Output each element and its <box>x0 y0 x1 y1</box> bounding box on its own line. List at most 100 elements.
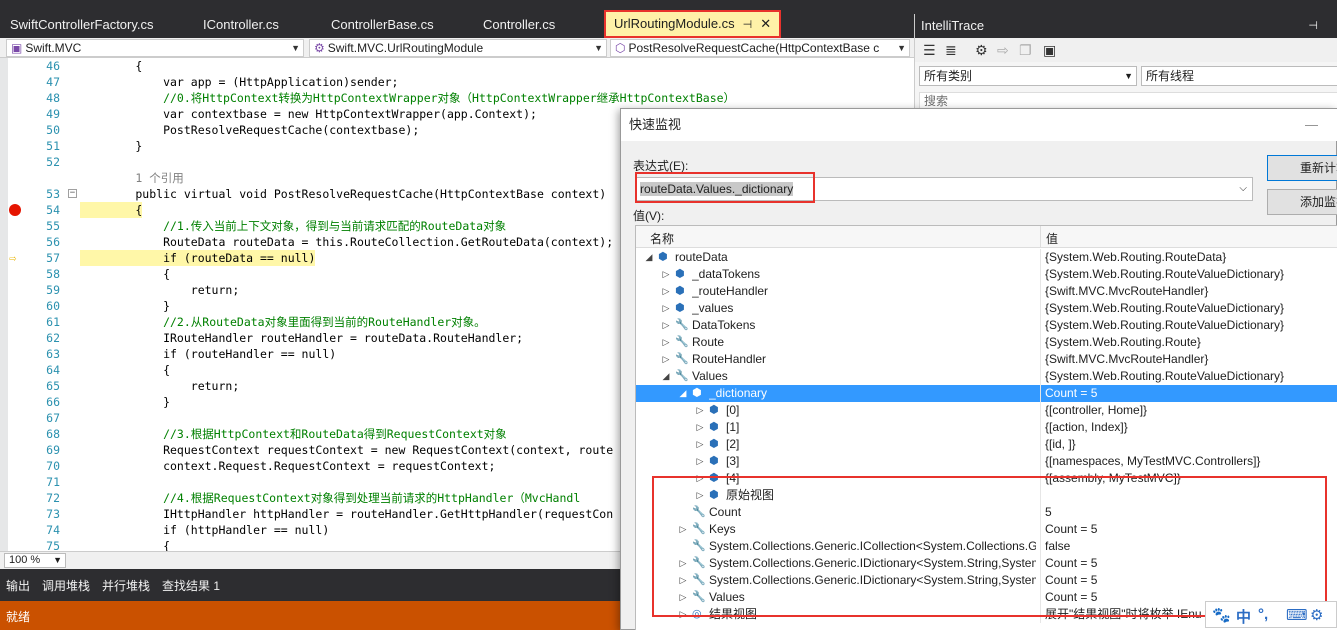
watch-value[interactable]: {System.Web.Routing.RouteValueDictionary… <box>1045 368 1284 385</box>
tab-parallel-stacks[interactable]: 并行堆栈 <box>102 577 150 594</box>
member-name: PostResolveRequestCache(HttpContextBase … <box>628 41 880 55</box>
code-text: RouteData routeData = this.RouteCollecti… <box>80 235 614 249</box>
expand-arrow-icon[interactable]: ▷ <box>661 266 671 283</box>
watch-row[interactable]: ▷ ⬢ _dataTokens {System.Web.Routing.RouteVa… <box>636 266 1337 283</box>
class-dropdown[interactable]: ⚙ Swift.MVC.UrlRoutingModule ▼ <box>309 39 607 57</box>
tab-call-stack[interactable]: 调用堆栈 <box>42 577 90 594</box>
watch-value[interactable]: {System.Web.Routing.Route} <box>1045 334 1201 351</box>
tab-icontroller[interactable]: IController.cs <box>195 12 287 38</box>
column-divider[interactable] <box>1040 226 1041 248</box>
thread-dropdown[interactable]: 所有线程 <box>1141 66 1337 86</box>
watch-row[interactable]: ▷ ⬢ [0] {[controller, Home]} <box>636 402 1337 419</box>
watch-row[interactable]: ▷ ⬢ [1] {[action, Index]} <box>636 419 1337 436</box>
tab-urlroutingmodule[interactable]: UrlRoutingModule.cs ⊣ ✕ <box>604 10 782 38</box>
recalculate-button[interactable]: 重新计算 <box>1267 155 1337 181</box>
watch-value[interactable]: {System.Web.Routing.RouteData} <box>1045 249 1226 266</box>
watch-row[interactable]: ◢ ⬢ routeData {System.Web.Routing.RouteData… <box>636 249 1337 266</box>
code-text: context.Request.RequestContext = request… <box>80 459 496 473</box>
watch-value[interactable]: {[action, Index]} <box>1045 419 1128 436</box>
expand-arrow-icon[interactable]: ▷ <box>661 351 671 368</box>
watch-row[interactable]: ▷ ⬢ [2] {[id, ]} <box>636 436 1337 453</box>
list-view-icon[interactable]: ☰ <box>923 43 936 57</box>
watch-row[interactable]: ▷ ⬢ [3] {[namespaces, MyTestMVC.Controllers… <box>636 453 1337 470</box>
watch-row[interactable]: ▷ ⬢ _values {System.Web.Routing.RouteValueD… <box>636 300 1337 317</box>
watch-value[interactable]: {[namespaces, MyTestMVC.Controllers]} <box>1045 453 1260 470</box>
intellitrace-title-bar[interactable]: IntelliTrace ⊣ <box>915 14 1337 38</box>
line-number: 70 <box>46 459 60 473</box>
category-dropdown[interactable]: 所有类别 ▼ <box>919 66 1137 86</box>
watch-value[interactable]: Count = 5 <box>1045 385 1097 402</box>
expand-arrow-icon[interactable]: ▷ <box>661 300 671 317</box>
forward-icon[interactable]: ⇨ <box>997 43 1009 57</box>
watch-value[interactable]: {System.Web.Routing.RouteValueDictionary… <box>1045 300 1284 317</box>
line-number: 46 <box>46 59 60 73</box>
line-number: 54 <box>46 203 60 217</box>
watch-row[interactable]: ▷ 🔧 Route {System.Web.Routing.Route} <box>636 334 1337 351</box>
gear-icon[interactable]: ⚙ <box>975 43 988 57</box>
column-divider <box>1040 249 1041 266</box>
watch-grid[interactable]: 名称 值 ◢ ⬢ routeData {System.Web.Routing.Rout… <box>635 225 1337 630</box>
watch-value[interactable]: {[controller, Home]} <box>1045 402 1147 419</box>
copy-icon[interactable]: ❐ <box>1019 43 1032 57</box>
zoom-dropdown[interactable]: 100 % ▼ <box>4 553 66 568</box>
add-watch-button[interactable]: 添加监视 <box>1267 189 1337 215</box>
column-value-header[interactable]: 值 <box>1046 230 1058 247</box>
minimize-icon[interactable]: — <box>1305 109 1318 141</box>
watch-value[interactable]: {Swift.MVC.MvcRouteHandler} <box>1045 283 1208 300</box>
punctuation-icon[interactable]: °, <box>1258 606 1268 623</box>
expand-arrow-icon[interactable]: ▷ <box>695 436 705 453</box>
watch-name: Values <box>692 369 728 383</box>
code-line[interactable]: 48 //0.将HttpContext转换为HttpContextWrapper… <box>0 90 914 106</box>
collapse-arrow-icon[interactable]: ◢ <box>644 249 654 266</box>
line-number: 58 <box>46 267 60 281</box>
watch-row[interactable]: ▷ 🔧 RouteHandler {Swift.MVC.MvcRouteHandler… <box>636 351 1337 368</box>
watch-row[interactable]: ◢ ⬢ _dictionary Count = 5 <box>636 385 1337 402</box>
line-number: 57 <box>46 251 60 265</box>
line-number: 68 <box>46 427 60 441</box>
line-number: 65 <box>46 379 60 393</box>
code-line[interactable]: 47 var app = (HttpApplication)sender; <box>0 74 914 90</box>
collapse-icon[interactable]: − <box>68 189 77 198</box>
expand-arrow-icon[interactable]: ▷ <box>695 402 705 419</box>
tree-view-icon[interactable]: ≣ <box>945 43 957 57</box>
watch-value[interactable]: {System.Web.Routing.RouteValueDictionary… <box>1045 317 1284 334</box>
dialog-title-bar[interactable]: 快速监视 — <box>621 109 1337 141</box>
keyboard-icon[interactable]: ⌨ <box>1286 606 1308 624</box>
collapse-arrow-icon[interactable]: ◢ <box>678 385 688 402</box>
line-number: 63 <box>46 347 60 361</box>
member-dropdown[interactable]: ⬡ PostResolveRequestCache(HttpContextBase… <box>610 39 910 57</box>
watch-value[interactable]: {[id, ]} <box>1045 436 1076 453</box>
column-name-header[interactable]: 名称 <box>650 230 674 247</box>
pin-icon[interactable]: ⊣ <box>1308 14 1318 38</box>
expand-arrow-icon[interactable]: ▷ <box>695 453 705 470</box>
tab-swiftcontrollerfactory[interactable]: SwiftControllerFactory.cs <box>2 12 162 38</box>
watch-name: [0] <box>726 403 740 417</box>
code-text: //3.根据HttpContext和RouteData得到RequestCont… <box>80 427 507 441</box>
pin-icon[interactable]: ⊣ <box>743 19 753 31</box>
line-number: 55 <box>46 219 60 233</box>
ime-chinese-mode[interactable]: 中 <box>1236 606 1251 627</box>
current-statement-arrow-icon: ⇨ <box>9 251 17 265</box>
ime-toolbar: 🐾 中 °, ⌨ ⚙ <box>1205 601 1337 628</box>
watch-value[interactable]: {System.Web.Routing.RouteValueDictionary… <box>1045 266 1284 283</box>
expand-arrow-icon[interactable]: ▷ <box>661 334 671 351</box>
expand-arrow-icon[interactable]: ▷ <box>661 283 671 300</box>
collapse-arrow-icon[interactable]: ◢ <box>661 368 671 385</box>
code-line[interactable]: 46 { <box>0 58 914 74</box>
tab-find-results[interactable]: 查找结果 1 <box>162 577 220 594</box>
save-icon[interactable]: ▣ <box>1043 43 1056 57</box>
watch-row[interactable]: ▷ ⬢ _routeHandler {Swift.MVC.MvcRouteHandle… <box>636 283 1337 300</box>
tab-controllerbase[interactable]: ControllerBase.cs <box>323 12 442 38</box>
breakpoint-icon[interactable] <box>9 204 21 216</box>
project-dropdown[interactable]: ▣ Swift.MVC ▼ <box>6 39 304 57</box>
paw-icon[interactable]: 🐾 <box>1212 606 1231 624</box>
tab-controller[interactable]: Controller.cs <box>475 12 563 38</box>
expand-arrow-icon[interactable]: ▷ <box>695 419 705 436</box>
watch-row[interactable]: ◢ 🔧 Values {System.Web.Routing.RouteValueDi… <box>636 368 1337 385</box>
settings-icon[interactable]: ⚙ <box>1310 606 1323 624</box>
tab-output[interactable]: 输出 <box>6 577 30 594</box>
close-icon[interactable]: ✕ <box>760 16 771 31</box>
expand-arrow-icon[interactable]: ▷ <box>661 317 671 334</box>
watch-value[interactable]: {Swift.MVC.MvcRouteHandler} <box>1045 351 1208 368</box>
watch-row[interactable]: ▷ 🔧 DataTokens {System.Web.Routing.RouteVal… <box>636 317 1337 334</box>
